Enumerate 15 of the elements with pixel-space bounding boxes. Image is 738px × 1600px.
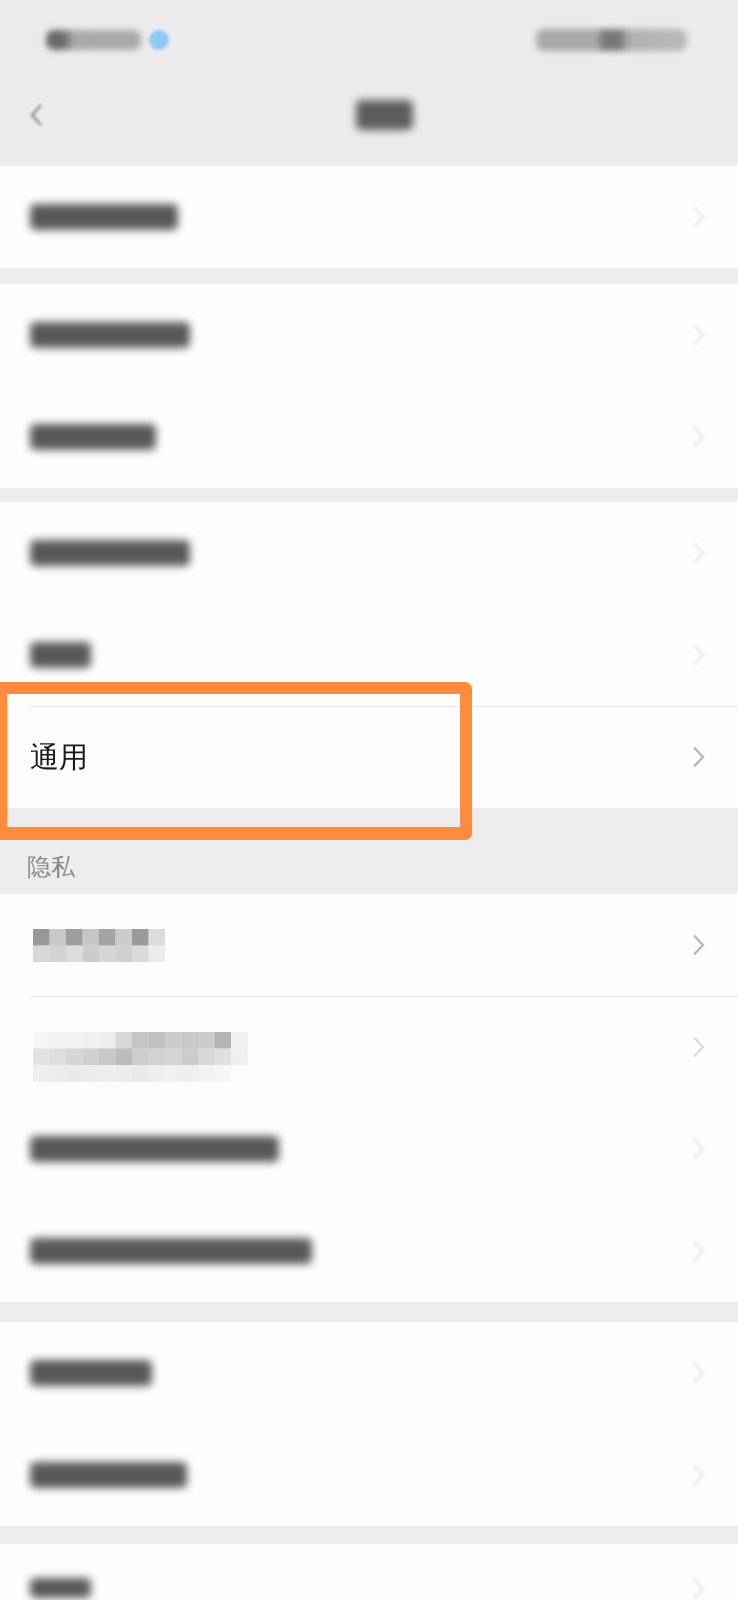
chevron-icon [692, 746, 705, 768]
settings-row[interactable] [0, 386, 738, 488]
settings-row[interactable] [0, 1322, 738, 1424]
settings-row[interactable] [0, 284, 738, 386]
settings-row[interactable] [0, 1200, 738, 1302]
chevron-icon [692, 1036, 705, 1058]
settings-row[interactable] [0, 1424, 738, 1526]
settings-row[interactable] [0, 1544, 738, 1600]
chevron-icon [692, 934, 705, 956]
settings-row[interactable] [0, 502, 738, 604]
blurred-text [30, 642, 91, 668]
blurred-text [355, 100, 413, 130]
blurred-text [30, 1578, 91, 1598]
status-dot-icon [149, 30, 169, 50]
settings-row[interactable] [0, 166, 738, 268]
